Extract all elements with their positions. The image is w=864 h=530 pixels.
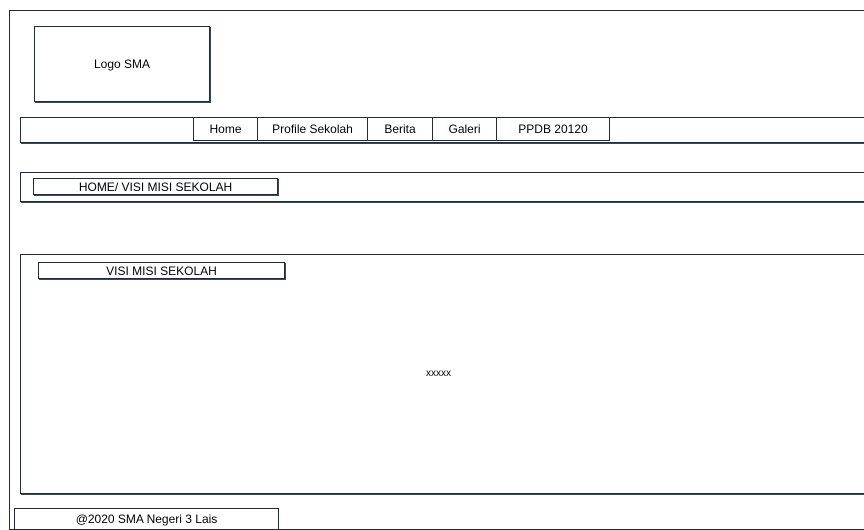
breadcrumb[interactable]: HOME/ VISI MISI SEKOLAH [33, 178, 278, 195]
nav-item-label: Profile Sekolah [272, 121, 353, 136]
nav-item-label: PPDB 20120 [518, 121, 588, 136]
nav-item-label: Galeri [448, 121, 481, 136]
breadcrumb-text: HOME/ VISI MISI SEKOLAH [78, 179, 233, 194]
section-title-text: VISI MISI SEKOLAH [106, 263, 217, 278]
nav-item-label: Home [209, 121, 242, 136]
nav-item-home[interactable]: Home [193, 117, 258, 141]
nav-item-berita[interactable]: Berita [367, 117, 433, 141]
nav-item-profile-sekolah[interactable]: Profile Sekolah [257, 117, 368, 141]
logo-placeholder[interactable]: Logo SMA [34, 26, 210, 102]
section-title: VISI MISI SEKOLAH [38, 262, 285, 279]
footer: @2020 SMA Negeri 3 Lais [14, 508, 279, 530]
content-text: xxxxx [426, 368, 451, 379]
nav-item-galeri[interactable]: Galeri [432, 117, 497, 141]
nav-item-ppdb[interactable]: PPDB 20120 [496, 117, 610, 141]
nav-item-label: Berita [384, 121, 416, 136]
logo-text: Logo SMA [93, 57, 151, 71]
